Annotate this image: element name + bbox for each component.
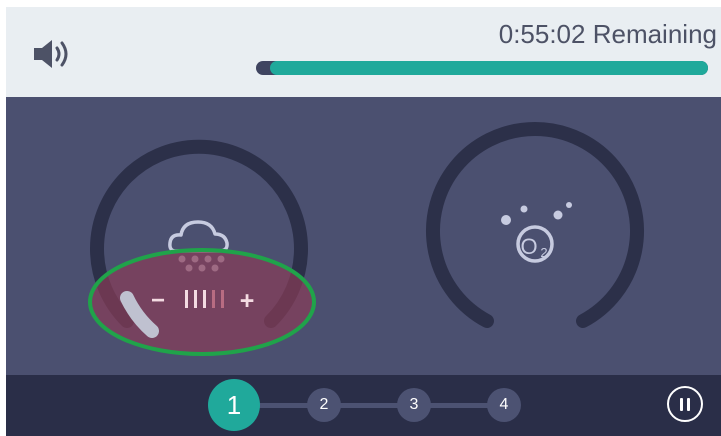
oxygen-gauge[interactable]: O 2 [426, 122, 644, 328]
level-bar [203, 290, 206, 308]
oxygen-gauge-track [426, 122, 644, 328]
decrease-button[interactable]: − [151, 287, 165, 314]
step-connector-line [231, 403, 511, 408]
step-4-button[interactable]: 4 [487, 388, 521, 422]
step-1-button[interactable]: 1 [208, 379, 260, 431]
cycle-progress-fill [269, 61, 708, 75]
pause-button[interactable] [667, 386, 703, 422]
step-2-button[interactable]: 2 [307, 388, 341, 422]
level-bar [221, 290, 224, 308]
gauge-panel: O 2 − + [6, 97, 721, 375]
status-header: 0:55:02 Remaining [6, 7, 721, 97]
o2-subscript: 2 [540, 245, 547, 260]
gauges-area: O 2 − + [88, 122, 644, 356]
time-remaining: 0:55:02 Remaining [498, 19, 717, 49]
pause-icon-bar [687, 397, 690, 411]
speaker-volume-icon[interactable] [32, 37, 74, 71]
app-frame: 0:55:02 Remaining O 2 − + 1 2 3 4 [6, 7, 721, 436]
step-3-button[interactable]: 3 [397, 388, 431, 422]
pause-icon-bar [680, 397, 683, 411]
level-bar [212, 290, 215, 308]
level-bar [194, 290, 197, 308]
increase-button[interactable]: + [240, 287, 255, 315]
o2-bubbles-icon: O 2 [501, 202, 572, 263]
level-bar [185, 290, 188, 308]
step-nav-footer: 1 2 3 4 [6, 375, 721, 436]
cycle-progress-bar [256, 61, 708, 75]
o2-letter: O [520, 234, 537, 259]
